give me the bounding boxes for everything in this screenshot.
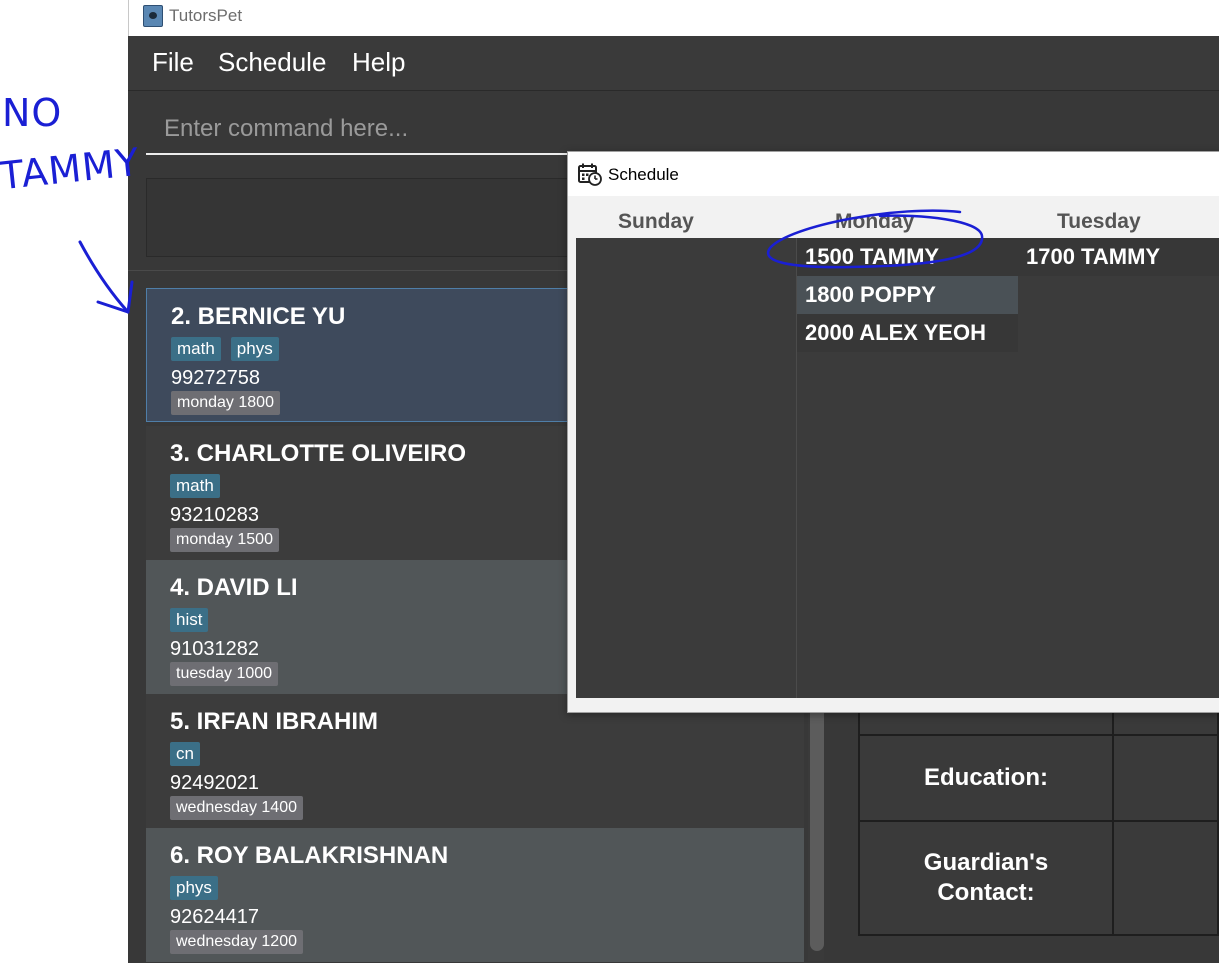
person-phone: 92624417 [170, 906, 259, 928]
person-detail-panel: Education: Guardian's Contact: [858, 686, 1219, 936]
command-input[interactable] [146, 105, 576, 155]
tag-list: hist [170, 608, 209, 632]
schedule-slot[interactable]: 1700 TAMMY [1018, 238, 1219, 276]
tag-list: math phys [171, 337, 279, 361]
tag: phys [230, 337, 279, 361]
person-name: 3. CHARLOTTE OLIVEIRO [170, 440, 467, 467]
lesson-badge: monday 1500 [170, 528, 279, 552]
schedule-window: Schedule Sunday Monday Tuesday 1500 TAMM… [567, 151, 1219, 713]
guardian-contact-value [1114, 822, 1219, 934]
tag: math [171, 337, 221, 361]
lesson-badge: wednesday 1400 [170, 796, 303, 820]
tag: hist [170, 608, 209, 632]
menu-file[interactable]: File [152, 47, 194, 78]
person-phone: 99272758 [171, 367, 260, 389]
schedule-title-bar[interactable]: Schedule [568, 152, 1219, 196]
person-card-5[interactable]: 5. IRFAN IBRAHIM cn 92492021 wednesday 1… [146, 694, 804, 828]
menu-help[interactable]: Help [352, 47, 405, 78]
tag-list: cn [170, 742, 200, 766]
lesson-badge: monday 1800 [171, 391, 280, 415]
person-name: 5. IRFAN IBRAHIM [170, 708, 379, 735]
calendar-clock-icon [578, 163, 602, 186]
scrollbar-thumb[interactable] [810, 696, 824, 951]
person-list-scrollbar[interactable] [808, 696, 824, 961]
app-title-bar: TutorsPet [128, 0, 1219, 36]
annotation-text-tammy: TAMMY [0, 139, 142, 199]
person-name: 6. ROY BALAKRISHNAN [170, 842, 449, 869]
menu-bar: File Schedule Help [128, 36, 1219, 91]
tag: math [170, 474, 220, 498]
person-name: 2. BERNICE YU [171, 303, 346, 330]
person-phone: 91031282 [170, 638, 259, 660]
day-header-tuesday: Tuesday [1057, 210, 1141, 233]
day-header-sunday: Sunday [618, 210, 694, 233]
detail-row-education: Education: [858, 734, 1219, 822]
tag-list: math [170, 474, 220, 498]
schedule-slot[interactable]: 2000 ALEX YEOH [797, 314, 1018, 352]
lesson-badge: tuesday 1000 [170, 662, 279, 686]
guardian-contact-label: Guardian's Contact: [860, 822, 1114, 934]
schedule-slot[interactable]: 1800 POPPY [797, 276, 1018, 314]
schedule-title: Schedule [608, 165, 679, 184]
app-icon [143, 5, 163, 27]
person-card-6[interactable]: 6. ROY BALAKRISHNAN phys 92624417 wednes… [146, 828, 804, 962]
education-label: Education: [860, 736, 1114, 820]
schedule-grid: 1500 TAMMY 1800 POPPY 2000 ALEX YEOH 170… [576, 238, 1219, 698]
tag: cn [170, 742, 200, 766]
annotation-arrow [78, 240, 130, 314]
tag: phys [170, 876, 218, 900]
education-value [1114, 736, 1219, 820]
lesson-badge: wednesday 1200 [170, 930, 303, 954]
detail-row-guardian: Guardian's Contact: [858, 820, 1219, 936]
tag-list: phys [170, 876, 218, 900]
app-title: TutorsPet [169, 6, 243, 25]
person-phone: 93210283 [170, 504, 259, 526]
day-header-monday: Monday [835, 210, 915, 233]
schedule-slot[interactable]: 1500 TAMMY [797, 238, 1018, 276]
person-name: 4. DAVID LI [170, 574, 298, 601]
annotation-arrowhead [96, 280, 134, 314]
menu-schedule[interactable]: Schedule [218, 47, 326, 78]
person-phone: 92492021 [170, 772, 259, 794]
annotation-text-no: NO [2, 91, 63, 135]
